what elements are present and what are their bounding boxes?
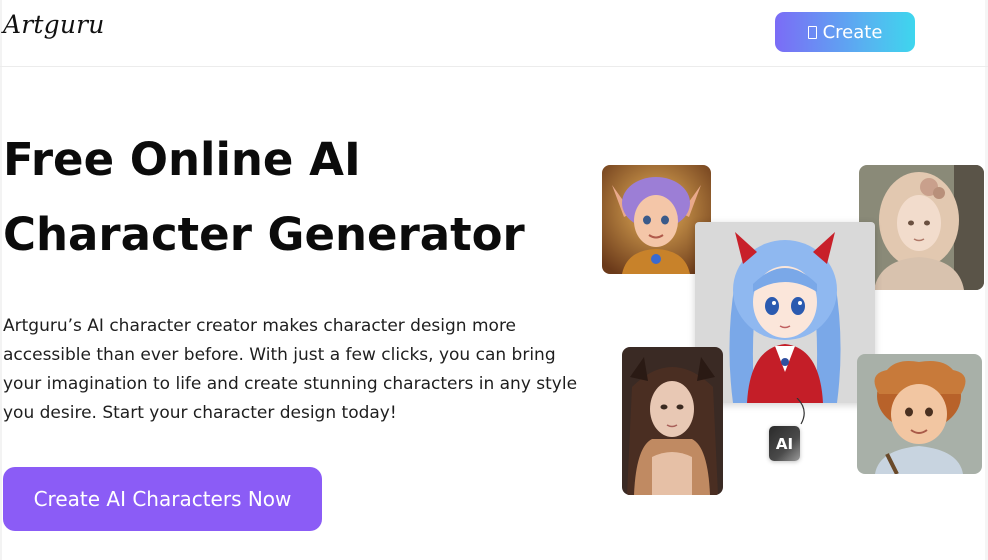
create-button[interactable]: Create (775, 12, 915, 52)
create-button-label: Create (822, 21, 883, 43)
site-header: Artguru Create (0, 0, 988, 67)
left-edge-divider (0, 0, 2, 560)
fantasy-girl-image (859, 165, 984, 290)
hero-title-line-2: Character Generator (3, 208, 525, 261)
hero-title: Free Online AI Character Generator (3, 122, 583, 272)
hero-title-line-1: Free Online AI (3, 133, 361, 186)
cartoon-boy-image (857, 354, 982, 474)
dark-haired-woman-image (622, 347, 723, 495)
ai-badge: AI (769, 426, 800, 461)
create-ai-characters-button[interactable]: Create AI Characters Now (3, 467, 322, 531)
page: Artguru Create Free Online AI Character … (0, 0, 988, 560)
square-icon (807, 25, 817, 39)
connector-line (796, 398, 805, 425)
hero-description: Artguru’s AI character creator makes cha… (3, 316, 578, 423)
artguru-logo[interactable]: Artguru (3, 10, 105, 39)
